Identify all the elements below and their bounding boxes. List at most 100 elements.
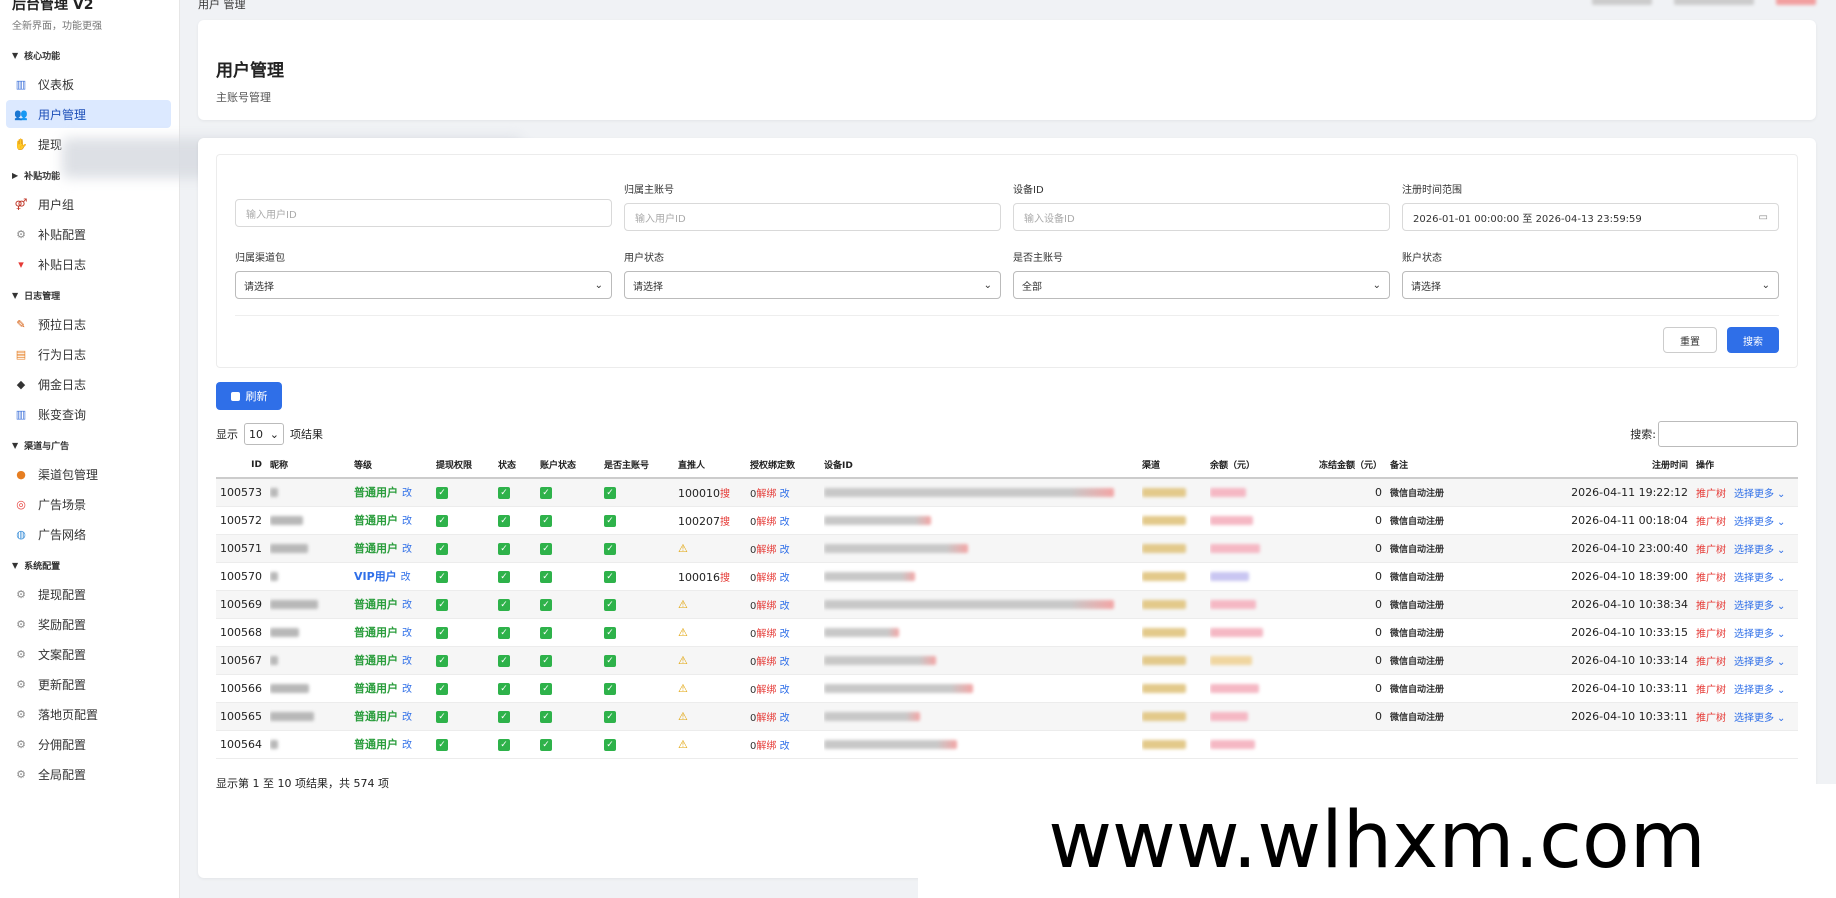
unbind-link[interactable]: 解绑 <box>756 685 776 696</box>
sidebar-item[interactable]: ⚙ 补贴配置 <box>6 220 171 248</box>
chevron-down-icon[interactable]: ⌄ <box>1777 629 1785 640</box>
nav-group-header[interactable]: ▼ 日志管理 <box>0 282 179 308</box>
sidebar-item[interactable]: 👥 用户管理 <box>6 100 171 128</box>
edit-bind-link[interactable]: 改 <box>780 741 790 752</box>
column-header[interactable]: 等级 <box>354 452 436 479</box>
nav-group-header[interactable]: ▼ 系统配置 <box>0 552 179 578</box>
user-status-select[interactable]: 请选择 ⌄ <box>624 271 1001 299</box>
column-header[interactable]: 昵称 <box>270 452 354 479</box>
column-header[interactable]: 渠道 <box>1142 452 1210 479</box>
more-actions-dropdown[interactable]: 选择更多 <box>1734 685 1774 696</box>
sidebar-item[interactable]: ⚙ 全局配置 <box>6 760 171 788</box>
sidebar-item[interactable]: ◍ 广告网络 <box>6 520 171 548</box>
table-search-input[interactable] <box>1658 421 1798 447</box>
sidebar-item[interactable]: ⚙ 落地页配置 <box>6 700 171 728</box>
nav-group-header[interactable]: ▼ 核心功能 <box>0 42 179 68</box>
edit-bind-link[interactable]: 改 <box>780 629 790 640</box>
sidebar-item[interactable]: ▾ 补贴日志 <box>6 250 171 278</box>
promo-tree-link[interactable]: 推广树 <box>1696 545 1726 556</box>
sidebar-item[interactable]: ⚙ 分佣配置 <box>6 730 171 758</box>
promo-tree-link[interactable]: 推广树 <box>1696 685 1726 696</box>
nav-group-header[interactable]: ▼ 渠道与广告 <box>0 432 179 458</box>
edit-bind-link[interactable]: 改 <box>780 545 790 556</box>
unbind-link[interactable]: 解绑 <box>756 601 776 612</box>
edit-level-link[interactable]: 改 <box>402 656 412 667</box>
more-actions-dropdown[interactable]: 选择更多 <box>1734 601 1774 612</box>
column-header[interactable]: 操作 <box>1696 452 1798 479</box>
column-header[interactable]: 设备ID <box>824 452 1142 479</box>
column-header[interactable]: 账户状态 <box>540 452 604 479</box>
promo-tree-link[interactable]: 推广树 <box>1696 657 1726 668</box>
chevron-down-icon[interactable]: ⌄ <box>1777 489 1785 500</box>
sidebar-item[interactable]: ▥ 仪表板 <box>6 70 171 98</box>
referrer-search-link[interactable]: 搜 <box>720 489 730 500</box>
column-header[interactable]: 提现权限 <box>436 452 498 479</box>
edit-bind-link[interactable]: 改 <box>780 685 790 696</box>
edit-bind-link[interactable]: 改 <box>780 489 790 500</box>
promo-tree-link[interactable]: 推广树 <box>1696 517 1726 528</box>
edit-bind-link[interactable]: 改 <box>780 517 790 528</box>
edit-bind-link[interactable]: 改 <box>780 573 790 584</box>
referrer-search-link[interactable]: 搜 <box>720 573 730 584</box>
unbind-link[interactable]: 解绑 <box>756 657 776 668</box>
unbind-link[interactable]: 解绑 <box>756 629 776 640</box>
column-header[interactable]: 授权绑定数 <box>750 452 824 479</box>
edit-level-link[interactable]: 改 <box>402 516 412 527</box>
unbind-link[interactable]: 解绑 <box>756 741 776 752</box>
chevron-down-icon[interactable]: ⌄ <box>1777 685 1785 696</box>
reset-button[interactable]: 重置 <box>1663 327 1717 353</box>
edit-level-link[interactable]: 改 <box>402 712 412 723</box>
page-length-select[interactable]: 10 ⌄ <box>244 423 284 445</box>
promo-tree-link[interactable]: 推广树 <box>1696 629 1726 640</box>
unbind-link[interactable]: 解绑 <box>756 517 776 528</box>
channel-pkg-select[interactable]: 请选择 ⌄ <box>235 271 612 299</box>
refresh-button[interactable]: 刷新 <box>216 382 282 410</box>
sidebar-item[interactable]: ◆ 佣金日志 <box>6 370 171 398</box>
more-actions-dropdown[interactable]: 选择更多 <box>1734 713 1774 724</box>
unbind-link[interactable]: 解绑 <box>756 489 776 500</box>
more-actions-dropdown[interactable]: 选择更多 <box>1734 517 1774 528</box>
column-header[interactable]: 直推人 <box>678 452 750 479</box>
register-range-input[interactable]: 2026-01-01 00:00:00 至 2026-04-13 23:59:5… <box>1402 203 1779 231</box>
more-actions-dropdown[interactable]: 选择更多 <box>1734 573 1774 584</box>
sidebar-item[interactable]: ⚙ 文案配置 <box>6 640 171 668</box>
referrer-search-link[interactable]: 搜 <box>720 517 730 528</box>
column-header[interactable]: 注册时间 <box>1556 452 1696 479</box>
user-id-input[interactable]: 输入用户ID <box>235 199 612 227</box>
edit-level-link[interactable]: 改 <box>401 572 411 583</box>
account-status-select[interactable]: 请选择 ⌄ <box>1402 271 1779 299</box>
edit-level-link[interactable]: 改 <box>402 684 412 695</box>
edit-level-link[interactable]: 改 <box>402 600 412 611</box>
edit-level-link[interactable]: 改 <box>402 740 412 751</box>
sidebar-item[interactable]: ● 渠道包管理 <box>6 460 171 488</box>
sidebar-item[interactable]: ▤ 行为日志 <box>6 340 171 368</box>
edit-bind-link[interactable]: 改 <box>780 657 790 668</box>
sidebar-item[interactable]: ✎ 预拉日志 <box>6 310 171 338</box>
owner-account-input[interactable]: 输入用户ID <box>624 203 1001 231</box>
calendar-icon[interactable]: ▭ <box>1759 212 1768 223</box>
chevron-down-icon[interactable]: ⌄ <box>1777 517 1785 528</box>
chevron-down-icon[interactable]: ⌄ <box>1777 657 1785 668</box>
unbind-link[interactable]: 解绑 <box>756 573 776 584</box>
search-button[interactable]: 搜索 <box>1727 327 1779 353</box>
edit-bind-link[interactable]: 改 <box>780 601 790 612</box>
column-header[interactable]: ID <box>216 452 270 479</box>
more-actions-dropdown[interactable]: 选择更多 <box>1734 489 1774 500</box>
sidebar-item[interactable]: ⚙ 更新配置 <box>6 670 171 698</box>
chevron-down-icon[interactable]: ⌄ <box>1777 601 1785 612</box>
promo-tree-link[interactable]: 推广树 <box>1696 573 1726 584</box>
column-header[interactable]: 冻结金额（元） <box>1304 452 1390 479</box>
sidebar-item[interactable]: ▥ 账变查询 <box>6 400 171 428</box>
chevron-down-icon[interactable]: ⌄ <box>1777 545 1785 556</box>
promo-tree-link[interactable]: 推广树 <box>1696 489 1726 500</box>
sidebar-item[interactable]: ◎ 广告场景 <box>6 490 171 518</box>
column-header[interactable]: 备注 <box>1390 452 1556 479</box>
more-actions-dropdown[interactable]: 选择更多 <box>1734 657 1774 668</box>
sidebar-item[interactable]: ⚙ 奖励配置 <box>6 610 171 638</box>
is-main-select[interactable]: 全部 ⌄ <box>1013 271 1390 299</box>
edit-level-link[interactable]: 改 <box>402 544 412 555</box>
more-actions-dropdown[interactable]: 选择更多 <box>1734 545 1774 556</box>
promo-tree-link[interactable]: 推广树 <box>1696 601 1726 612</box>
promo-tree-link[interactable]: 推广树 <box>1696 713 1726 724</box>
unbind-link[interactable]: 解绑 <box>756 713 776 724</box>
